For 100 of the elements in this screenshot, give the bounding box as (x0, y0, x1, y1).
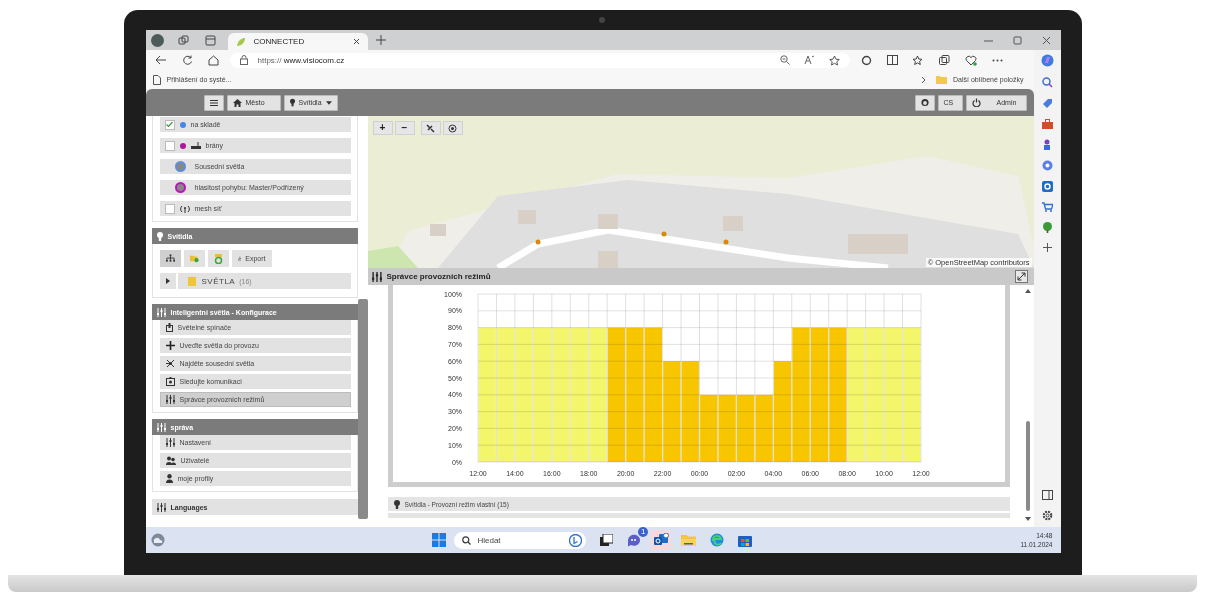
target-icon (448, 123, 457, 133)
camera-dot (598, 17, 605, 23)
scroll-down-icon[interactable] (1024, 517, 1031, 521)
weather-icon[interactable] (150, 533, 165, 547)
store-icon[interactable] (738, 533, 753, 547)
search-input[interactable]: Hledat (477, 535, 564, 545)
users-icon (165, 456, 176, 465)
split-screen-icon[interactable] (886, 55, 898, 65)
settings-icon[interactable] (1041, 510, 1053, 521)
sliders-icon (371, 271, 382, 282)
heart-icon[interactable] (964, 54, 977, 66)
outlook-icon[interactable] (1041, 181, 1053, 192)
task-view-icon[interactable] (600, 534, 614, 546)
copilot-icon[interactable] (1040, 54, 1054, 67)
chat-icon[interactable] (627, 533, 642, 547)
satellite-icon (426, 123, 435, 133)
workspaces-icon[interactable] (177, 34, 189, 46)
sliders-icon (156, 502, 166, 512)
tag-icon[interactable] (1041, 98, 1053, 109)
scrollbar-thumb[interactable] (357, 299, 368, 519)
chevron-right-icon[interactable] (921, 75, 927, 84)
bulb-icon (289, 98, 295, 107)
outlook-icon (653, 533, 669, 547)
zoom-out-button[interactable]: − (394, 121, 415, 135)
zoom-in-button[interactable]: + (372, 121, 393, 135)
more-icon[interactable] (991, 58, 1003, 62)
home-icon (232, 98, 242, 107)
sliders-icon (165, 395, 175, 404)
page-icon (152, 74, 161, 85)
lock-icon (239, 55, 248, 65)
menu-button[interactable] (203, 94, 224, 111)
close-icon[interactable] (1041, 35, 1051, 45)
windows-start-icon[interactable] (432, 533, 447, 547)
plus-icon (165, 341, 175, 350)
taskbar-search-field[interactable]: Hledat (454, 531, 587, 549)
gateway-icon (190, 142, 201, 149)
tree-view-button[interactable] (159, 250, 181, 267)
locate-button[interactable] (442, 121, 463, 135)
bing-icon[interactable] (569, 533, 583, 547)
edge-browser-icon[interactable] (710, 533, 725, 547)
restore-icon[interactable] (1012, 35, 1022, 45)
caret-icon (165, 278, 170, 284)
checkbox[interactable] (164, 203, 175, 214)
favorites-icon[interactable] (912, 54, 924, 66)
hierarchy-icon (165, 254, 175, 263)
download-icon (237, 254, 242, 263)
taskbar-app-button[interactable] (651, 530, 672, 550)
add-icon[interactable] (1042, 243, 1052, 252)
user-icon (165, 474, 173, 483)
new-tab-icon[interactable] (375, 35, 386, 45)
menu-icon (209, 98, 218, 107)
checkbox[interactable] (164, 119, 175, 130)
read-aloud-icon[interactable] (803, 55, 815, 65)
refresh-circle-icon[interactable] (860, 54, 872, 66)
expand-icon (1016, 272, 1026, 281)
zoom-icon[interactable] (779, 55, 790, 65)
folder-icon (187, 276, 196, 286)
close-icon[interactable] (352, 38, 360, 45)
recycle-icon (213, 253, 223, 264)
leaf-icon (235, 36, 246, 47)
power-icon (971, 98, 981, 107)
satellite-button[interactable] (420, 121, 441, 135)
sliders-icon (165, 438, 175, 447)
sliders-icon (156, 422, 166, 432)
antenna-icon (179, 204, 190, 213)
checkbox[interactable] (164, 140, 175, 151)
user-button[interactable] (914, 94, 935, 111)
monitor-icon (165, 377, 175, 386)
chess-piece-icon[interactable] (1042, 139, 1052, 150)
tree-icon[interactable] (1041, 222, 1053, 233)
circle-app-icon[interactable] (1041, 160, 1053, 171)
user-icon (920, 98, 929, 107)
home-icon[interactable] (207, 54, 219, 66)
scroll-up-icon[interactable] (1024, 289, 1031, 293)
star-icon[interactable] (828, 54, 840, 66)
folder-icon[interactable] (681, 534, 697, 546)
tab-actions-icon[interactable] (204, 34, 216, 46)
caret-icon (325, 100, 332, 105)
collections-icon[interactable] (938, 54, 950, 66)
expand-toggle[interactable] (159, 273, 176, 289)
bulb-icon (156, 231, 163, 241)
sliders-icon (156, 307, 166, 317)
recycle-button[interactable] (207, 250, 229, 267)
folder-add-icon (189, 254, 199, 263)
folder-icon (936, 75, 948, 84)
toolbox-icon[interactable] (1041, 119, 1053, 129)
scrollbar-thumb[interactable] (1025, 421, 1030, 511)
switch-icon (165, 323, 173, 332)
search-icon[interactable] (1041, 77, 1053, 88)
back-icon[interactable] (154, 55, 167, 65)
expand-button[interactable] (1014, 270, 1028, 283)
cart-icon[interactable] (1041, 202, 1053, 212)
network-icon (165, 359, 175, 368)
address-field[interactable]: https:// www.visiocom.cz (229, 52, 850, 68)
profile-avatar[interactable] (150, 33, 164, 47)
reload-icon[interactable] (181, 54, 193, 66)
sidebar-toggle-icon[interactable] (1041, 490, 1053, 500)
panel-title: Správce provozních režimů (386, 272, 491, 281)
browser-tab[interactable]: CONNECTED (227, 33, 368, 50)
tree-label: SVĚTLA (201, 276, 236, 286)
